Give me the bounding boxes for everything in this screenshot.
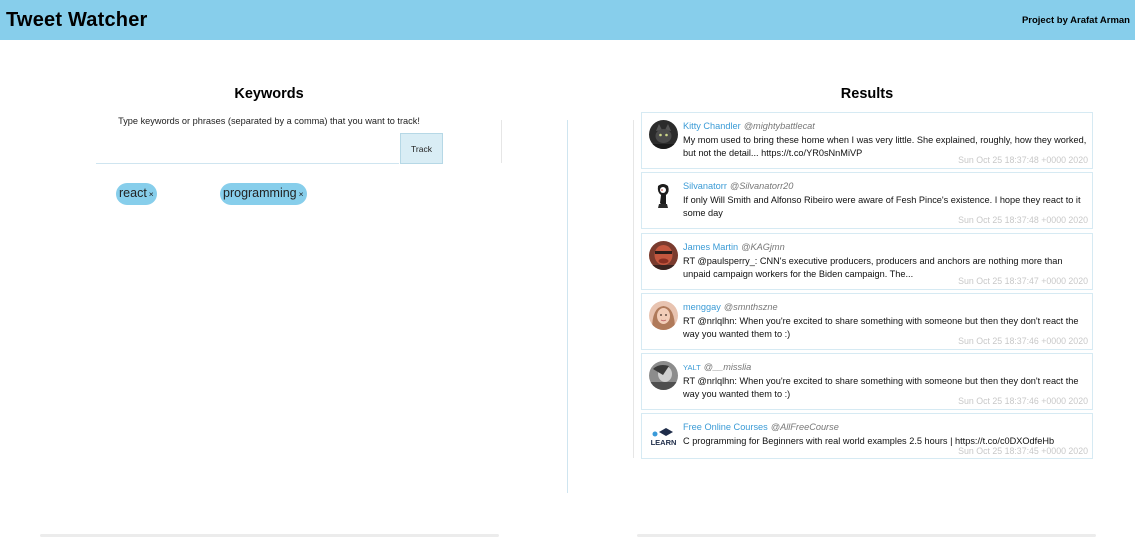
learn-logo-avatar: LEARN bbox=[649, 421, 678, 450]
chip-label: react bbox=[119, 186, 147, 200]
tweet-header: menggay @smnthszne bbox=[683, 302, 778, 312]
tweet-date: Sun Oct 25 18:37:47 +0000 2020 bbox=[958, 276, 1088, 286]
learn-logo-text: LEARN bbox=[651, 438, 677, 447]
author-credit: Project by Arafat Arman bbox=[1021, 15, 1130, 26]
keyword-chip-programming: programming × bbox=[220, 183, 307, 205]
keywords-input[interactable] bbox=[96, 133, 399, 164]
tweet-author-handle: @KAGjmn bbox=[741, 242, 785, 252]
cat-avatar bbox=[649, 120, 678, 149]
tweet-card: Silvanatorr @Silvanatorr20 If only Will S… bbox=[641, 172, 1093, 229]
tweet-card: LEARN Free Online Courses @AllFreeCourse … bbox=[641, 413, 1093, 459]
sketch-avatar bbox=[649, 180, 678, 209]
tweet-author-name[interactable]: Kitty Chandler bbox=[683, 121, 741, 131]
keywords-panel-bottom bbox=[40, 534, 499, 537]
woman-avatar bbox=[649, 301, 678, 330]
tweet-author-handle: @AllFreeCourse bbox=[770, 422, 839, 432]
red-face-avatar bbox=[649, 241, 678, 270]
panel-divider bbox=[567, 120, 568, 493]
tweet-author-handle: @Silvanatorr20 bbox=[729, 181, 794, 191]
tweet-header: James Martin @KAGjmn bbox=[683, 242, 785, 252]
tweet-author-name[interactable]: menggay bbox=[683, 302, 721, 312]
tweet-header: YALT @__misslia bbox=[683, 362, 751, 372]
keyword-chip-react: react × bbox=[116, 183, 157, 205]
track-button[interactable]: Track bbox=[400, 133, 443, 164]
tweet-date: Sun Oct 25 18:37:48 +0000 2020 bbox=[958, 215, 1088, 225]
tweet-header: Free Online Courses @AllFreeCourse bbox=[683, 422, 839, 432]
tweet-header: Silvanatorr @Silvanatorr20 bbox=[683, 181, 793, 191]
tweet-date: Sun Oct 25 18:37:48 +0000 2020 bbox=[958, 155, 1088, 165]
tweet-card: menggay @smnthszne RT @nrlqlhn: When you'… bbox=[641, 293, 1093, 350]
tweet-date: Sun Oct 25 18:37:45 +0000 2020 bbox=[958, 446, 1088, 456]
tweet-author-name[interactable]: James Martin bbox=[683, 242, 738, 252]
grey-photo-avatar bbox=[649, 361, 678, 390]
results-title: Results bbox=[840, 86, 894, 102]
app-title: Tweet Watcher bbox=[6, 9, 148, 31]
tweet-author-handle: @smnthszne bbox=[723, 302, 778, 312]
remove-chip-icon[interactable]: × bbox=[299, 189, 304, 199]
keywords-instructions: Type keywords or phrases (separated by a… bbox=[118, 116, 420, 126]
tweet-date: Sun Oct 25 18:37:46 +0000 2020 bbox=[958, 336, 1088, 346]
tweet-author-name[interactable]: YALT bbox=[683, 363, 701, 372]
tweet-author-handle: @__misslia bbox=[703, 362, 752, 372]
tweet-card: Kitty Chandler @mightybattlecat My mom us… bbox=[641, 112, 1093, 169]
top-bar: Tweet Watcher Project by Arafat Arman bbox=[0, 0, 1135, 40]
tweet-author-name[interactable]: Free Online Courses bbox=[683, 422, 768, 432]
tweet-date: Sun Oct 25 18:37:46 +0000 2020 bbox=[958, 396, 1088, 406]
tweet-card: YALT @__misslia RT @nrlqlhn: When you're … bbox=[641, 353, 1093, 410]
keywords-panel-edge bbox=[501, 120, 502, 163]
tweet-author-name[interactable]: Silvanatorr bbox=[683, 181, 727, 191]
tweet-card: James Martin @KAGjmn RT @paulsperry_: CNN… bbox=[641, 233, 1093, 290]
chip-label: programming bbox=[223, 186, 297, 200]
remove-chip-icon[interactable]: × bbox=[149, 189, 154, 199]
tweet-author-handle: @mightybattlecat bbox=[743, 121, 815, 131]
tweet-header: Kitty Chandler @mightybattlecat bbox=[683, 121, 815, 131]
results-panel-bottom bbox=[637, 534, 1096, 537]
results-scroll-edge bbox=[633, 120, 634, 458]
keywords-title: Keywords bbox=[234, 86, 304, 102]
